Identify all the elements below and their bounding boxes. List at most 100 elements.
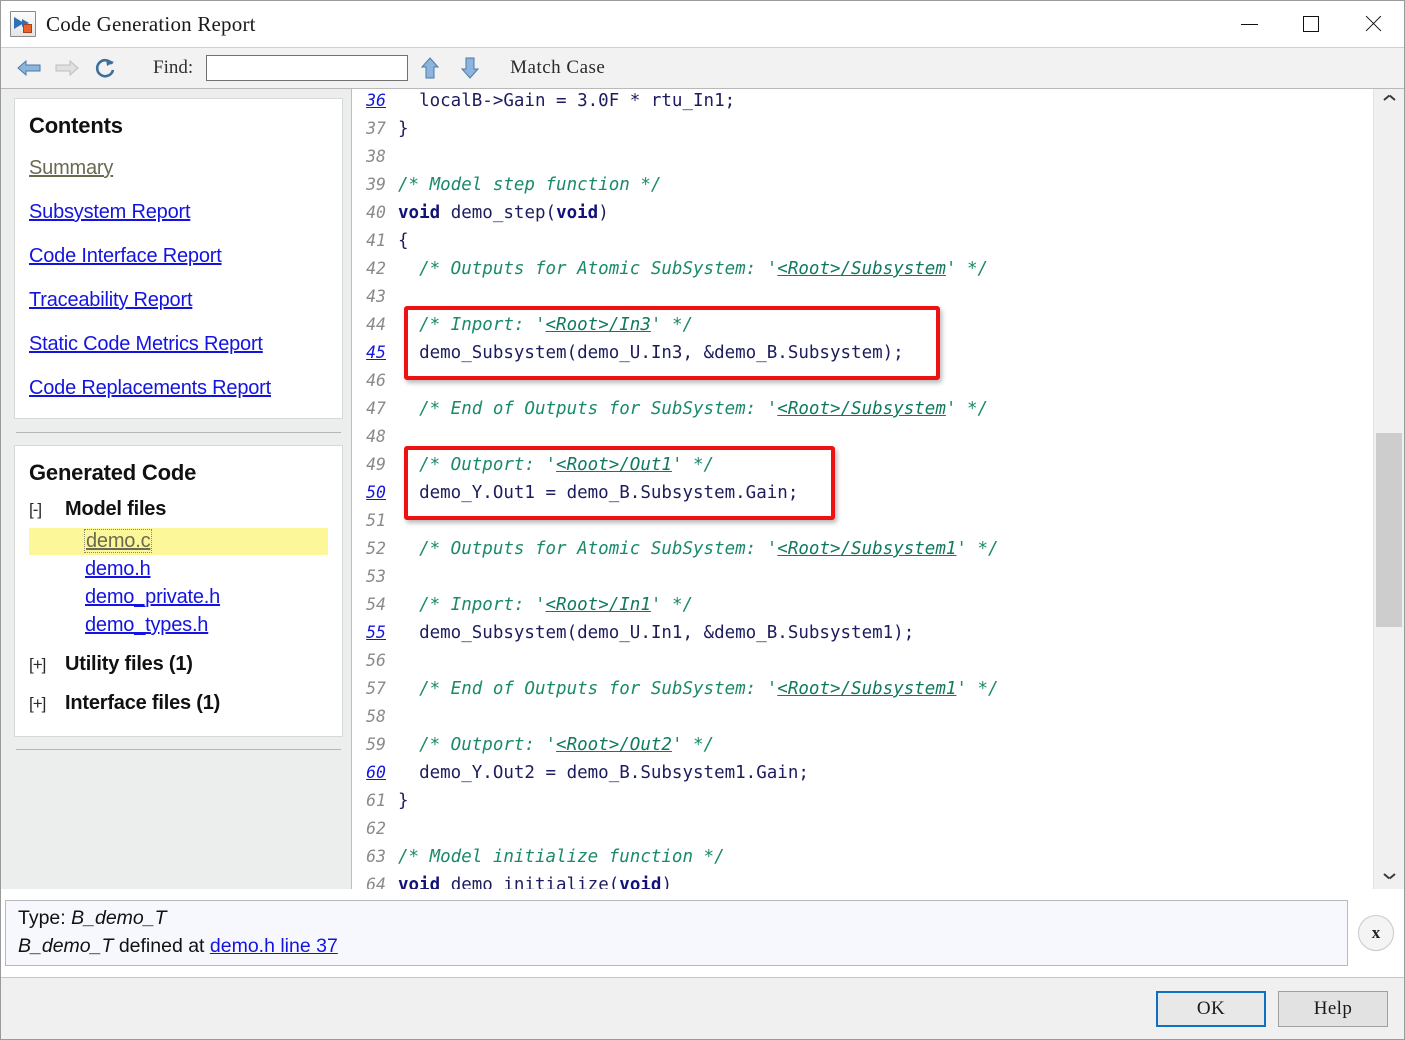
- code-line-number: 52: [366, 539, 386, 558]
- minimize-button[interactable]: [1218, 1, 1280, 47]
- toc-link-code-replacements-report[interactable]: Code Replacements Report: [29, 377, 328, 400]
- info-close-button[interactable]: x: [1358, 915, 1394, 951]
- match-case-label[interactable]: Match Case: [510, 57, 605, 79]
- code-line-text: demo_Y.Out1 = demo_B.Subsystem.Gain;: [398, 483, 799, 503]
- block-path-link[interactable]: <Root>/Out2: [556, 735, 672, 755]
- scroll-up-button[interactable]: [1374, 89, 1404, 115]
- block-path-link[interactable]: <Root>/In3: [546, 315, 651, 335]
- tree-label-interface-files: Interface files (1): [65, 692, 221, 714]
- block-path-link[interactable]: <Root>/Subsystem1: [777, 539, 956, 559]
- maximize-button[interactable]: [1280, 1, 1342, 47]
- code-generation-report-window: Code Generation Report Find: Match Case …: [0, 0, 1405, 1040]
- code-line-number-link[interactable]: 60: [352, 763, 398, 782]
- info-defined-text: defined at: [118, 935, 205, 957]
- code-line-text: /* End of Outputs for SubSystem: '<Root>…: [398, 399, 989, 419]
- info-tooltip-bar: Type: B_demo_T B_demo_T defined at demo.…: [1, 889, 1404, 977]
- code-line: 40 void demo_step(void): [352, 203, 1373, 231]
- code-line-number: 54: [366, 595, 386, 614]
- scroll-down-button[interactable]: [1374, 863, 1404, 889]
- block-path-link[interactable]: <Root>/Subsystem: [777, 399, 946, 419]
- file-link-demo-c[interactable]: demo.c: [83, 529, 153, 553]
- list-item-demo-h[interactable]: demo.h: [85, 558, 328, 581]
- code-scroll-row: 36 localB->Gain = 3.0F * rtu_In1; 37} 38 39…: [352, 89, 1404, 889]
- code-line-text: demo_Y.Out2 = demo_B.Subsystem1.Gain;: [398, 763, 809, 783]
- back-button[interactable]: [11, 52, 47, 84]
- code-line: 45 demo_Subsystem(demo_U.In3, &demo_B.Su…: [352, 343, 1373, 371]
- code-line-number: 53: [366, 567, 386, 586]
- code-line-number: 40: [366, 203, 386, 222]
- close-button[interactable]: [1342, 1, 1404, 47]
- code-line-number: 38: [366, 147, 386, 166]
- code-vertical-scrollbar[interactable]: [1373, 89, 1404, 889]
- code-line-number: 39: [366, 175, 386, 194]
- scrollbar-thumb[interactable]: [1376, 433, 1402, 627]
- code-line-number-link[interactable]: 36: [352, 91, 398, 110]
- code-line-number-link[interactable]: 45: [352, 343, 398, 362]
- code-line-number-link[interactable]: 50: [352, 483, 398, 502]
- code-line: 38: [352, 147, 1373, 175]
- list-item-demo-private-h[interactable]: demo_private.h: [85, 586, 328, 609]
- list-item-demo-c[interactable]: demo.c: [29, 528, 328, 555]
- block-path-link[interactable]: <Root>/Subsystem1: [777, 679, 956, 699]
- code-line-number: 59: [366, 735, 386, 754]
- code-line-text: demo_Subsystem(demo_U.In3, &demo_B.Subsy…: [398, 343, 904, 363]
- forward-arrow-icon: [55, 59, 79, 77]
- keyword: void: [619, 875, 662, 889]
- find-previous-button[interactable]: [412, 52, 448, 84]
- code-line-text: /* Inport: '<Root>/In1' */: [398, 595, 694, 615]
- file-link-demo-h[interactable]: demo.h: [85, 558, 151, 580]
- ok-button[interactable]: OK: [1156, 990, 1266, 1027]
- code-line: 46: [352, 371, 1373, 399]
- toc-link-code-interface-report[interactable]: Code Interface Report: [29, 245, 328, 268]
- find-next-button[interactable]: [452, 52, 488, 84]
- tree-toggle-interface-files[interactable]: [+]: [29, 694, 65, 714]
- code-listing[interactable]: 36 localB->Gain = 3.0F * rtu_In1; 37} 38 39…: [352, 89, 1373, 889]
- code-line-text: void demo_step(void): [398, 203, 609, 223]
- search-input[interactable]: [206, 55, 409, 81]
- tree-toggle-utility-files[interactable]: [+]: [29, 655, 65, 675]
- code-line: 55 demo_Subsystem(demo_U.In1, &demo_B.Su…: [352, 623, 1373, 651]
- code-line: 50 demo_Y.Out1 = demo_B.Subsystem.Gain;: [352, 483, 1373, 511]
- refresh-icon: [95, 58, 115, 78]
- code-line: 56: [352, 651, 1373, 679]
- code-line-number: 48: [366, 427, 386, 446]
- code-line: 59 /* Outport: '<Root>/Out2' */: [352, 735, 1373, 763]
- block-path-link[interactable]: <Root>/Subsystem: [777, 259, 946, 279]
- code-line-text: /* Model initialize function */: [398, 847, 725, 867]
- chevron-up-icon: [1384, 99, 1395, 106]
- file-link-demo-private-h[interactable]: demo_private.h: [85, 586, 220, 608]
- help-button[interactable]: Help: [1278, 990, 1388, 1027]
- toc-link-subsystem-report[interactable]: Subsystem Report: [29, 201, 328, 224]
- sidebar-divider: [16, 432, 341, 433]
- info-defined-link[interactable]: demo.h line 37: [210, 935, 338, 957]
- file-link-demo-types-h[interactable]: demo_types.h: [85, 614, 208, 636]
- code-line-number: 44: [366, 315, 386, 334]
- info-type-line: Type: B_demo_T: [18, 905, 1335, 933]
- block-path-link[interactable]: <Root>/In1: [546, 595, 651, 615]
- forward-button[interactable]: [49, 52, 85, 84]
- tree-group-utility-files[interactable]: [+] Utility files (1): [29, 653, 328, 676]
- tree-group-interface-files[interactable]: [+] Interface files (1): [29, 692, 328, 715]
- toc-link-traceability-report[interactable]: Traceability Report: [29, 289, 328, 312]
- toc-link-static-code-metrics-report[interactable]: Static Code Metrics Report: [29, 333, 328, 356]
- code-line-number: 57: [366, 679, 386, 698]
- code-line-number: 42: [366, 259, 386, 278]
- code-line-number: 61: [366, 791, 386, 810]
- title-bar: Code Generation Report: [1, 1, 1404, 47]
- list-item-demo-types-h[interactable]: demo_types.h: [85, 614, 328, 637]
- code-line-number: 43: [366, 287, 386, 306]
- maximize-icon: [1303, 16, 1319, 32]
- code-line: 63 /* Model initialize function */: [352, 847, 1373, 875]
- arrow-down-icon: [461, 57, 480, 79]
- code-line: 48: [352, 427, 1373, 455]
- toc-link-summary[interactable]: Summary: [29, 157, 328, 180]
- tree-toggle-model-files[interactable]: [-]: [29, 500, 65, 520]
- code-line-number: 63: [366, 847, 386, 866]
- refresh-button[interactable]: [87, 52, 123, 84]
- block-path-link[interactable]: <Root>/Out1: [556, 455, 672, 475]
- scrollbar-track[interactable]: [1374, 115, 1404, 863]
- code-line-number: 64: [366, 875, 386, 889]
- code-line-number-link[interactable]: 55: [352, 623, 398, 642]
- code-line: 49 /* Outport: '<Root>/Out1' */: [352, 455, 1373, 483]
- tree-group-model-files[interactable]: [-] Model files: [29, 498, 328, 521]
